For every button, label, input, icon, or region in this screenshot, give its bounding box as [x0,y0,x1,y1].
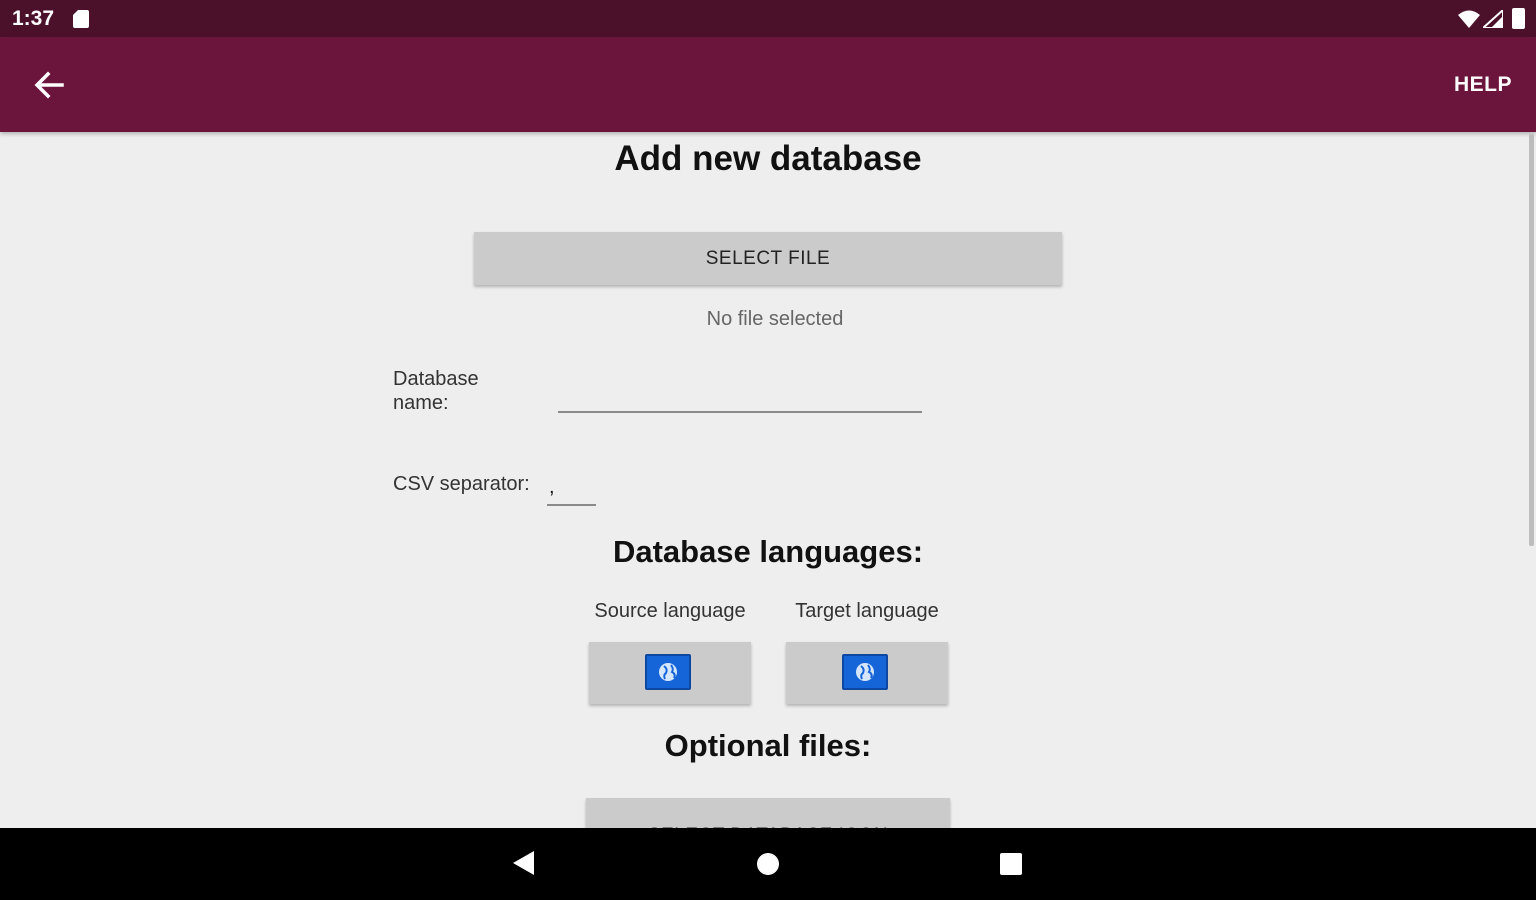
system-nav-bar [0,828,1536,900]
source-language-button[interactable] [589,642,751,704]
database-name-input[interactable] [558,377,922,413]
target-language-label: Target language [795,600,939,622]
csv-separator-label: CSV separator: [393,473,530,495]
globe-icon [842,654,888,690]
file-status-text: No file selected [706,308,844,330]
csv-separator-input[interactable] [547,470,596,506]
battery-icon [1512,8,1525,29]
circle-home-icon[interactable] [757,853,779,875]
target-language-button[interactable] [786,642,948,704]
wifi-icon [1458,10,1480,28]
database-name-label: Database name: [393,368,479,414]
optional-files-heading: Optional files: [664,728,872,763]
help-button[interactable]: HELP [1454,73,1512,97]
select-database-icon-button[interactable]: SELECT DATABASE ICON [586,798,950,828]
status-bar: 1:37 [0,0,1536,37]
triangle-back-icon[interactable] [512,850,536,876]
globe-icon [645,654,691,690]
add-database-form: Add new database SELECT FILE No file sel… [0,132,1536,828]
back-button[interactable] [28,65,80,105]
sd-card-icon [73,10,89,28]
app-bar: HELP [0,37,1536,132]
signal-icon [1483,10,1503,28]
status-time: 1:37 [12,7,55,30]
arrow-left-icon [34,71,64,99]
select-file-button[interactable]: SELECT FILE [474,232,1062,285]
database-languages-heading: Database languages: [612,534,924,569]
page-title: Add new database [614,139,922,178]
square-recents-icon[interactable] [1000,853,1022,875]
scrollbar[interactable] [1529,134,1534,546]
source-language-label: Source language [594,600,746,622]
